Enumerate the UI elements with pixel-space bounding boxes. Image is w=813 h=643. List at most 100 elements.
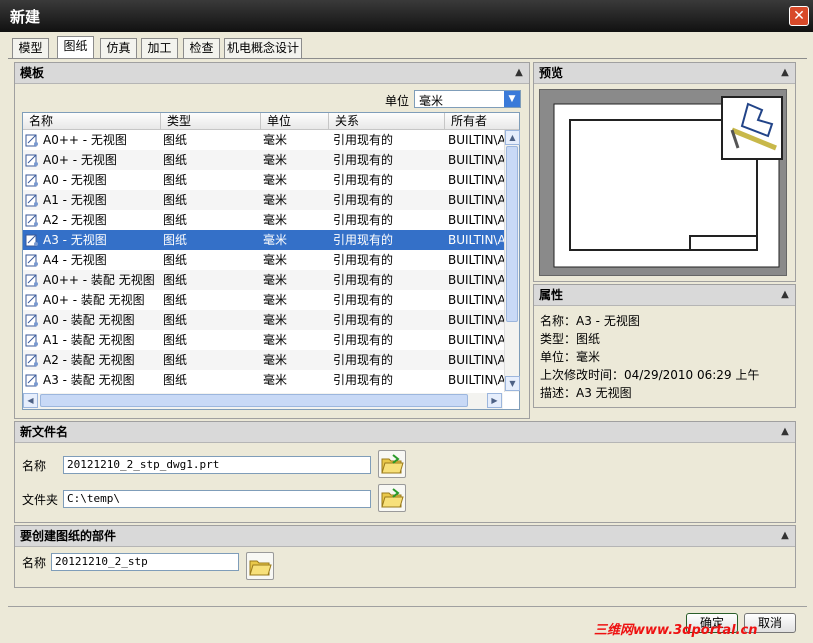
column-header-owner[interactable]: 所有者 (445, 113, 519, 130)
cell-name: A1 - 无视图 (43, 193, 107, 207)
cell-type: 图纸 (163, 373, 188, 387)
template-panel-title: 模板 (20, 66, 45, 80)
cell-type: 图纸 (163, 213, 188, 227)
table-row[interactable]: A0 - 无视图 图纸 毫米 引用现有的 BUILTIN\A (23, 170, 507, 190)
property-value: A3 无视图 (576, 386, 632, 400)
part-name-input[interactable]: 20121210_2_stp (51, 553, 239, 571)
collapse-up-icon[interactable]: ▲ (778, 288, 792, 302)
table-row[interactable]: A0 - 装配 无视图 图纸 毫米 引用现有的 BUILTIN\A (23, 310, 507, 330)
cell-owner: BUILTIN\A (448, 373, 506, 387)
cell-type: 图纸 (163, 193, 188, 207)
property-description: 描述：A3 无视图 (540, 384, 632, 401)
table-row[interactable]: A2 - 无视图 图纸 毫米 引用现有的 BUILTIN\A (23, 210, 507, 230)
column-header-relation[interactable]: 关系 (329, 113, 445, 130)
cell-unit: 毫米 (263, 173, 288, 187)
part-panel-title: 要创建图纸的部件 (20, 529, 117, 543)
cell-type: 图纸 (163, 133, 188, 147)
drawing-template-icon (25, 174, 38, 187)
cell-name: A2 - 装配 无视图 (43, 353, 135, 367)
cell-owner: BUILTIN\A (448, 313, 506, 327)
preview-panel-title: 预览 (539, 66, 564, 80)
folder-label: 文件夹 (22, 493, 59, 507)
cell-relation: 引用现有的 (333, 213, 394, 227)
column-header-name[interactable]: 名称 (23, 113, 161, 130)
collapse-up-icon[interactable]: ▲ (778, 529, 792, 543)
property-value: 毫米 (576, 350, 601, 364)
table-row[interactable]: A1 - 无视图 图纸 毫米 引用现有的 BUILTIN\A (23, 190, 507, 210)
browse-folder-button[interactable] (378, 484, 406, 512)
table-row[interactable]: A3 - 装配 无视图 图纸 毫米 引用现有的 BUILTIN\A (23, 370, 507, 390)
table-row[interactable]: A0++ - 无视图 图纸 毫米 引用现有的 BUILTIN\A (23, 130, 507, 150)
tab-mechatronics[interactable]: 机电概念设计 (224, 38, 302, 58)
file-name-input[interactable]: 20121210_2_stp_dwg1.prt (63, 456, 371, 474)
tab-simulation[interactable]: 仿真 (100, 38, 137, 58)
collapse-up-icon[interactable]: ▲ (778, 425, 792, 439)
vertical-scroll-thumb[interactable] (506, 146, 518, 322)
property-label: 上次修改时间： (540, 368, 625, 382)
property-name: 名称：A3 - 无视图 (540, 312, 640, 329)
folder-open-icon (381, 488, 404, 508)
close-button[interactable]: ✕ (789, 6, 809, 26)
table-row[interactable]: A0+ - 装配 无视图 图纸 毫米 引用现有的 BUILTIN\A (23, 290, 507, 310)
table-row[interactable]: A0+ - 无视图 图纸 毫米 引用现有的 BUILTIN\A (23, 150, 507, 170)
cell-name: A3 - 无视图 (43, 233, 107, 247)
cell-name: A1 - 装配 无视图 (43, 333, 135, 347)
column-header-type[interactable]: 类型 (161, 113, 261, 130)
drawing-template-icon (25, 134, 38, 147)
collapse-up-icon[interactable]: ▲ (512, 66, 526, 80)
tab-manufacturing[interactable]: 加工 (141, 38, 178, 58)
browse-file-button[interactable] (378, 450, 406, 478)
cell-owner: BUILTIN\A (448, 193, 506, 207)
property-value: 04/29/2010 06:29 上午 (624, 368, 760, 382)
part-name-label: 名称 (22, 556, 47, 570)
cell-owner: BUILTIN\A (448, 133, 506, 147)
column-header-unit[interactable]: 单位 (261, 113, 329, 130)
table-row[interactable]: A4 - 无视图 图纸 毫米 引用现有的 BUILTIN\A (23, 250, 507, 270)
dropdown-arrow-icon[interactable]: ▼ (504, 91, 520, 107)
browse-part-button[interactable] (246, 552, 274, 580)
cell-relation: 引用现有的 (333, 193, 394, 207)
drawing-template-icon (25, 254, 38, 267)
folder-open-icon (381, 454, 404, 474)
cell-unit: 毫米 (263, 373, 288, 387)
scroll-right-icon[interactable]: ▶ (487, 393, 502, 408)
tab-divider (8, 58, 807, 59)
cell-type: 图纸 (163, 313, 188, 327)
cell-type: 图纸 (163, 333, 188, 347)
table-row[interactable]: A3 - 无视图 图纸 毫米 引用现有的 BUILTIN\A (23, 230, 507, 250)
table-row[interactable]: A0++ - 装配 无视图 图纸 毫米 引用现有的 BUILTIN\A (23, 270, 507, 290)
drawing-sheet-icon (553, 96, 783, 268)
part-panel-header: 要创建图纸的部件 ▲ (15, 526, 795, 547)
property-label: 类型： (540, 332, 577, 346)
cell-unit: 毫米 (263, 253, 288, 267)
cell-name: A0++ - 装配 无视图 (43, 273, 155, 287)
drawing-template-icon (25, 234, 38, 247)
property-value: 图纸 (576, 332, 601, 346)
unit-select[interactable]: 毫米 ▼ (414, 90, 521, 108)
cell-relation: 引用现有的 (333, 293, 394, 307)
horizontal-scroll-thumb[interactable] (40, 394, 468, 407)
property-label: 单位： (540, 350, 577, 364)
tab-drawing[interactable]: 图纸 (57, 36, 94, 59)
scroll-down-icon[interactable]: ▼ (505, 376, 520, 391)
table-row[interactable]: A1 - 装配 无视图 图纸 毫米 引用现有的 BUILTIN\A (23, 330, 507, 350)
cell-relation: 引用现有的 (333, 153, 394, 167)
properties-panel-header: 属性 ▲ (534, 285, 795, 306)
folder-input[interactable]: C:\temp\ (63, 490, 371, 508)
collapse-up-icon[interactable]: ▲ (778, 66, 792, 80)
title-bar (0, 0, 813, 32)
cell-relation: 引用现有的 (333, 313, 394, 327)
drawing-template-icon (25, 294, 38, 307)
cell-relation: 引用现有的 (333, 333, 394, 347)
tab-model[interactable]: 模型 (12, 38, 49, 58)
tab-inspection[interactable]: 检查 (183, 38, 220, 58)
scroll-left-icon[interactable]: ◀ (23, 393, 38, 408)
cell-unit: 毫米 (263, 233, 288, 247)
table-row[interactable]: A2 - 装配 无视图 图纸 毫米 引用现有的 BUILTIN\A (23, 350, 507, 370)
scroll-up-icon[interactable]: ▲ (505, 130, 520, 145)
file-name-label: 名称 (22, 459, 47, 473)
drawing-template-icon (25, 374, 38, 387)
vertical-scrollbar[interactable]: ▲ ▼ (504, 130, 520, 392)
cell-relation: 引用现有的 (333, 233, 394, 247)
horizontal-scrollbar[interactable]: ◀ ▶ (23, 393, 503, 409)
